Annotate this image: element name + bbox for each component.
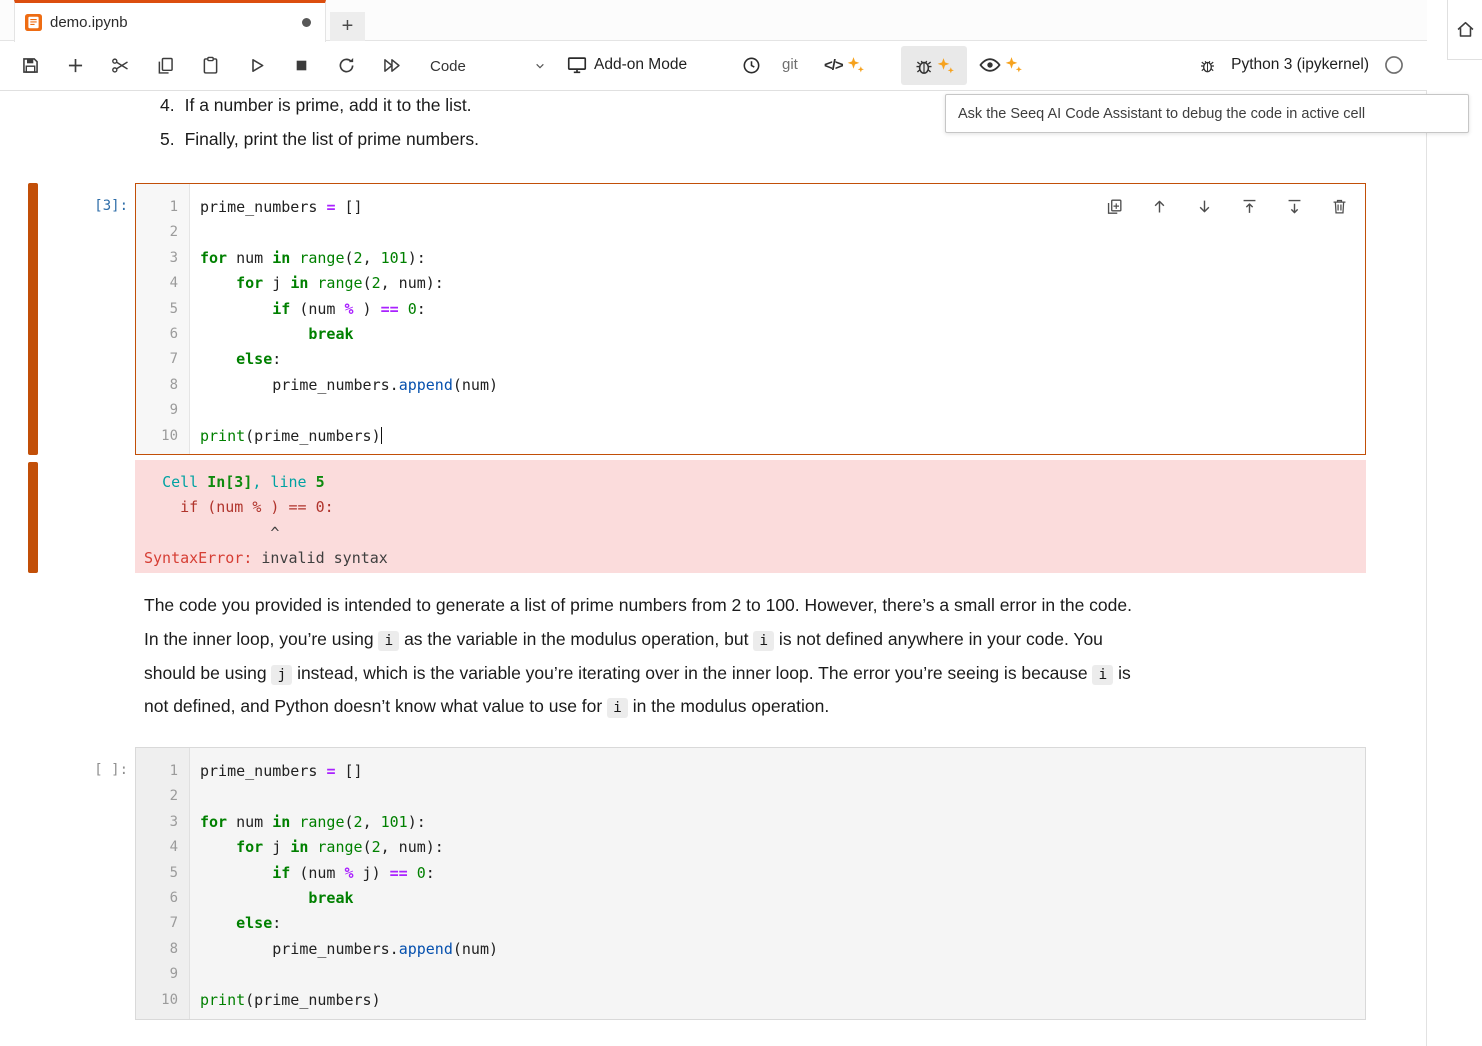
debugger-toggle[interactable] [1198, 56, 1217, 75]
chevron-down-icon [532, 58, 548, 74]
move-down-icon [1195, 197, 1214, 216]
insert-cell-above-button[interactable] [1240, 197, 1259, 216]
copy-icon [155, 55, 176, 76]
stop-icon [291, 55, 312, 76]
run-all-icon [381, 55, 402, 76]
addon-mode-label: Add-on Mode [594, 56, 687, 74]
addon-mode-button[interactable]: Add-on Mode [566, 51, 687, 79]
cut-button[interactable] [106, 51, 134, 79]
copy-button[interactable] [151, 51, 179, 79]
clock-icon [741, 55, 762, 76]
notebook-icon [25, 14, 42, 31]
notebook-toolbar: Code Add-on Mode git </> [0, 41, 1427, 91]
output-collapser[interactable] [28, 462, 38, 573]
line-number-gutter: 12345678910 [136, 748, 190, 1019]
restart-kernel-button[interactable] [332, 51, 360, 79]
bug-icon [913, 55, 935, 77]
home-button[interactable] [1447, 0, 1482, 60]
ai-debug-assistant-button[interactable] [901, 46, 967, 85]
run-icon [246, 55, 267, 76]
cell-type-value: Code [430, 58, 466, 75]
ai-explanation-text: The code you provided is intended to gen… [144, 589, 1132, 724]
code-editor[interactable]: prime_numbers = []for num in range(2, 10… [190, 184, 498, 454]
ai-explain-assistant-button[interactable] [978, 51, 1024, 79]
code-cell-fixed[interactable]: 12345678910 prime_numbers = []for num in… [135, 747, 1366, 1020]
markdown-cell-output: 4.If a number is prime, add it to the li… [160, 89, 479, 156]
sparkle-icon [936, 56, 956, 76]
cell-toolbar [1105, 197, 1349, 216]
cell-type-dropdown[interactable]: Code [424, 52, 552, 80]
paste-icon [200, 55, 221, 76]
kernel-indicator-group: Python 3 (ipykernel) [1198, 51, 1405, 79]
sparkle-icon [846, 55, 866, 75]
add-cell-icon [65, 55, 86, 76]
traceback-text: Cell In[3], line 5 if (num % ) == 0: ^Sy… [144, 470, 1366, 572]
sparkle-icon [1004, 55, 1024, 75]
git-button[interactable]: git [782, 56, 798, 73]
run-all-cells-button[interactable] [377, 51, 405, 79]
code-icon: </> [824, 57, 843, 74]
tab-title: demo.ipynb [50, 14, 128, 31]
home-icon [1455, 19, 1476, 40]
unsaved-indicator: ● [302, 18, 311, 27]
error-output: Cell In[3], line 5 if (num % ) == 0: ^Sy… [135, 460, 1366, 573]
add-cell-button[interactable] [61, 51, 89, 79]
line-number-gutter: 12345678910 [136, 184, 190, 454]
save-icon [20, 55, 41, 76]
run-cell-button[interactable] [242, 51, 270, 79]
tab-demo-ipynb[interactable]: demo.ipynb ● [14, 0, 326, 42]
delete-cell-icon [1330, 197, 1349, 216]
kernel-status-icon [1383, 54, 1405, 76]
cell-collapser[interactable] [28, 183, 38, 455]
cut-icon [110, 55, 131, 76]
insert-cell-below-button[interactable] [1285, 197, 1304, 216]
history-button[interactable] [737, 51, 765, 79]
restart-icon [336, 55, 357, 76]
jupyterlab-window: demo.ipynb ● + [0, 0, 1482, 1046]
monitor-icon [566, 54, 588, 76]
move-up-icon [1150, 197, 1169, 216]
save-button[interactable] [16, 51, 44, 79]
execution-count-empty: [ ]: [44, 762, 128, 778]
duplicate-cell-icon [1105, 197, 1124, 216]
insert-above-icon [1240, 197, 1259, 216]
insert-below-icon [1285, 197, 1304, 216]
ai-code-assistant-button[interactable]: </> [824, 51, 866, 79]
execution-count: [3]: [44, 198, 128, 214]
move-cell-up-button[interactable] [1150, 197, 1169, 216]
new-tab-button[interactable]: + [330, 12, 365, 41]
kernel-name[interactable]: Python 3 (ipykernel) [1231, 56, 1369, 74]
code-cell-active[interactable]: 12345678910 prime_numbers = []for num in… [135, 183, 1366, 455]
eye-icon [978, 53, 1002, 77]
paste-button[interactable] [196, 51, 224, 79]
code-editor[interactable]: prime_numbers = []for num in range(2, 10… [190, 748, 498, 1019]
panel-right-border [1426, 0, 1427, 1046]
debug-assistant-tooltip: Ask the Seeq AI Code Assistant to debug … [945, 94, 1469, 133]
interrupt-kernel-button[interactable] [287, 51, 315, 79]
duplicate-cell-button[interactable] [1105, 197, 1124, 216]
delete-cell-button[interactable] [1330, 197, 1349, 216]
move-cell-down-button[interactable] [1195, 197, 1214, 216]
